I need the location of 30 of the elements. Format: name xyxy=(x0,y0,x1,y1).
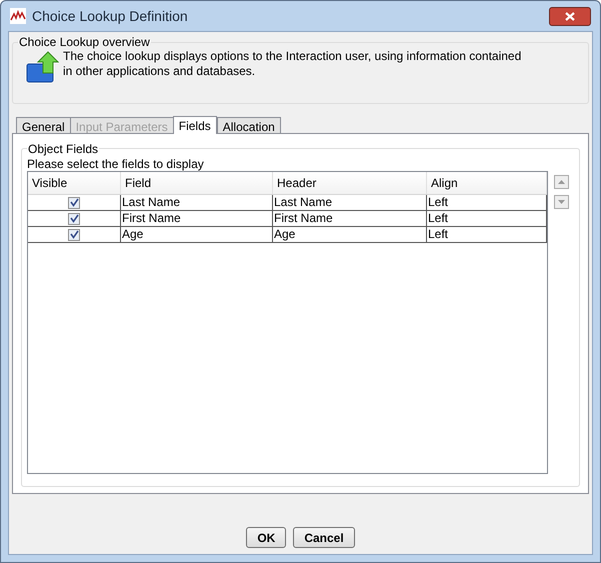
app-icon xyxy=(10,8,26,24)
table-cell: Left xyxy=(427,227,547,242)
table-cell: First Name xyxy=(121,211,273,226)
column-header[interactable]: Align xyxy=(427,172,547,194)
window-title: Choice Lookup Definition xyxy=(32,6,188,26)
close-icon xyxy=(565,12,575,20)
tab[interactable]: General xyxy=(16,117,71,133)
export-icon xyxy=(25,51,59,85)
visible-checkbox[interactable] xyxy=(68,212,80,224)
instruction-text: Please select the fields to display xyxy=(27,157,205,171)
table-cell: First Name xyxy=(273,211,427,226)
up-arrow-icon xyxy=(558,180,565,184)
visible-checkbox[interactable] xyxy=(68,228,80,240)
table-cell: Last Name xyxy=(273,195,427,210)
column-header[interactable]: Field xyxy=(121,172,273,194)
visible-checkbox[interactable] xyxy=(68,196,80,208)
ok-button[interactable]: OK xyxy=(246,527,286,548)
table-cell: Age xyxy=(273,227,427,242)
column-header[interactable]: Visible xyxy=(28,172,121,194)
overview-description: The choice lookup displays options to the Interaction user, using information contained in other applications and databases. xyxy=(63,49,522,80)
close-button[interactable] xyxy=(549,6,591,26)
table-cell: Age xyxy=(121,227,273,242)
table-cell: Left xyxy=(427,195,547,210)
cancel-button[interactable]: Cancel xyxy=(293,527,355,548)
table-cell: Left xyxy=(427,211,547,226)
tab[interactable]: Fields xyxy=(172,116,217,134)
table-cell: Last Name xyxy=(121,195,273,210)
column-header[interactable]: Header xyxy=(273,172,427,194)
down-arrow-icon xyxy=(558,200,565,204)
tab[interactable]: Allocation xyxy=(216,117,281,133)
